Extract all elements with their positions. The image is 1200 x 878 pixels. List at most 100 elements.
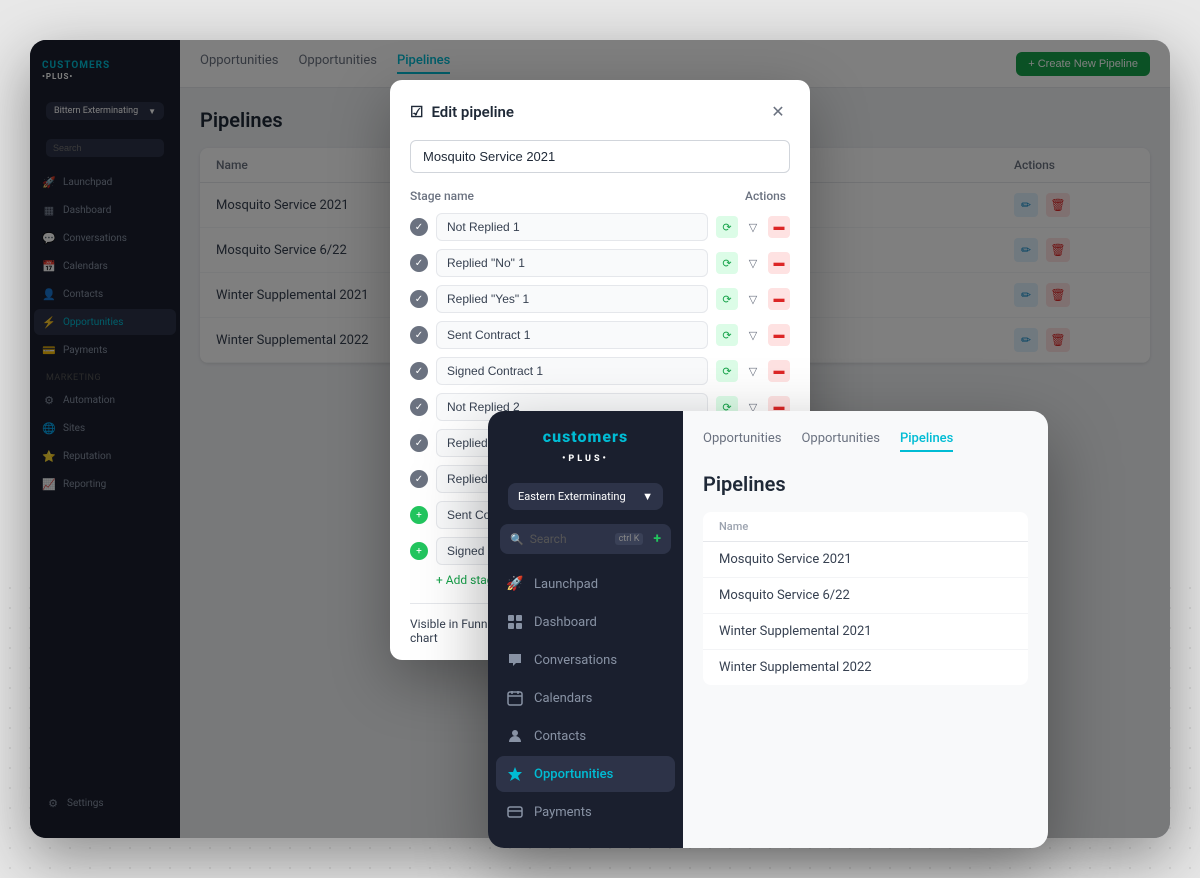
pipeline-name-input[interactable]	[410, 140, 790, 173]
zoom-nav-conversations[interactable]: Conversations	[496, 642, 675, 678]
stage-filter-button[interactable]: ▽	[742, 252, 764, 274]
zoom-nav-launchpad[interactable]: 🚀 Launchpad	[496, 566, 675, 602]
stage-input[interactable]	[436, 249, 708, 277]
zoom-table-row: Mosquito Service 2021	[703, 542, 1028, 578]
stage-copy-button[interactable]: ⟳	[716, 216, 738, 238]
stage-icon: ✓	[410, 290, 428, 308]
stage-actions-header: Actions	[745, 189, 786, 203]
zoom-pipelines-table: Name Mosquito Service 2021 Mosquito Serv…	[703, 512, 1028, 685]
stage-row: ✓ ⟳ ▽ ▬	[410, 213, 790, 241]
dropdown-icon: ▼	[642, 490, 653, 503]
stage-row: ✓ ⟳ ▽ ▬	[410, 285, 790, 313]
stage-header: Stage name Actions	[410, 189, 790, 203]
zoom-main: Opportunities Opportunities Pipelines Pi…	[683, 411, 1048, 848]
zoom-table-row: Winter Supplemental 2021	[703, 614, 1028, 650]
zoom-table-row: Winter Supplemental 2022	[703, 650, 1028, 685]
stage-actions: ⟳ ▽ ▬	[716, 324, 790, 346]
zoom-tabs: Opportunities Opportunities Pipelines	[703, 431, 1028, 452]
zoom-sidebar: customers •PLUS• Eastern Exterminating ▼…	[488, 411, 683, 848]
stage-input[interactable]	[436, 213, 708, 241]
stage-row: ✓ ⟳ ▽ ▬	[410, 249, 790, 277]
zoom-nav-opportunities[interactable]: Opportunities	[496, 756, 675, 792]
account-select[interactable]: Eastern Exterminating ▼	[508, 483, 663, 510]
edit-icon: ☑	[410, 103, 423, 121]
launchpad-icon: 🚀	[506, 575, 524, 593]
table-header-name: Name	[719, 520, 748, 533]
zoom-nav: 🚀 Launchpad Dashboard Conversations Ca	[488, 566, 683, 830]
search-shortcut: ctrl K	[615, 533, 644, 545]
modal-title: ☑ Edit pipeline	[410, 103, 514, 121]
zoom-nav-dashboard[interactable]: Dashboard	[496, 604, 675, 640]
stage-icon: ✓	[410, 398, 428, 416]
modal-header: ☑ Edit pipeline ✕	[410, 100, 790, 124]
stage-copy-button[interactable]: ⟳	[716, 360, 738, 382]
conversations-icon	[506, 651, 524, 669]
stage-icon: ✓	[410, 326, 428, 344]
stage-row: ✓ ⟳ ▽ ▬	[410, 357, 790, 385]
stage-icon: +	[410, 542, 428, 560]
modal-close-button[interactable]: ✕	[766, 100, 790, 124]
plus-text: •PLUS•	[562, 454, 609, 464]
stage-delete-button[interactable]: ▬	[768, 360, 790, 382]
zoom-tab-pipelines[interactable]: Pipelines	[900, 431, 953, 452]
zoom-nav-payments[interactable]: Payments	[496, 794, 675, 830]
nav-label: Conversations	[534, 653, 617, 668]
zoom-table-row: Mosquito Service 6/22	[703, 578, 1028, 614]
zoom-nav-contacts[interactable]: Contacts	[496, 718, 675, 754]
stage-input[interactable]	[436, 357, 708, 385]
stage-actions: ⟳ ▽ ▬	[716, 216, 790, 238]
calendars-icon	[506, 689, 524, 707]
stage-input[interactable]	[436, 321, 708, 349]
zoom-tab-opportunities-2[interactable]: Opportunities	[801, 431, 879, 452]
stage-filter-button[interactable]: ▽	[742, 360, 764, 382]
stage-filter-button[interactable]: ▽	[742, 288, 764, 310]
stage-actions: ⟳ ▽ ▬	[716, 288, 790, 310]
zoom-table-header: Name	[703, 512, 1028, 542]
dashboard-icon	[506, 613, 524, 631]
stage-copy-button[interactable]: ⟳	[716, 288, 738, 310]
search-add-icon[interactable]: +	[653, 531, 661, 547]
zoom-tab-opportunities-1[interactable]: Opportunities	[703, 431, 781, 452]
stage-icon: ✓	[410, 434, 428, 452]
stage-icon: +	[410, 506, 428, 524]
nav-label: Dashboard	[534, 615, 597, 630]
zoom-account-container: Eastern Exterminating ▼	[496, 477, 675, 516]
stage-actions: ⟳ ▽ ▬	[716, 360, 790, 382]
stage-delete-button[interactable]: ▬	[768, 324, 790, 346]
zoom-page-title: Pipelines	[703, 472, 1028, 496]
nav-label: Payments	[534, 805, 592, 820]
nav-label: Contacts	[534, 729, 586, 744]
stage-delete-button[interactable]: ▬	[768, 252, 790, 274]
zoom-nav-calendars[interactable]: Calendars	[496, 680, 675, 716]
search-placeholder: Search	[530, 532, 567, 546]
zoom-logo-text: customers •PLUS•	[504, 427, 667, 465]
contacts-icon	[506, 727, 524, 745]
nav-label: Launchpad	[534, 577, 598, 592]
stage-copy-button[interactable]: ⟳	[716, 252, 738, 274]
opportunities-icon	[506, 765, 524, 783]
stage-copy-button[interactable]: ⟳	[716, 324, 738, 346]
stage-actions: ⟳ ▽ ▬	[716, 252, 790, 274]
search-icon: 🔍	[510, 533, 524, 546]
zoom-search-box[interactable]: 🔍 Search ctrl K +	[500, 524, 671, 554]
zoom-logo: customers •PLUS•	[488, 427, 683, 477]
modal-title-text: Edit pipeline	[431, 103, 514, 121]
nav-label: Calendars	[534, 691, 592, 706]
payments-icon	[506, 803, 524, 821]
stage-icon: ✓	[410, 470, 428, 488]
stage-input[interactable]	[436, 285, 708, 313]
account-name: Eastern Exterminating	[518, 490, 626, 503]
stage-filter-button[interactable]: ▽	[742, 324, 764, 346]
stage-delete-button[interactable]: ▬	[768, 216, 790, 238]
zoom-search-container: 🔍 Search ctrl K +	[488, 524, 683, 554]
zoom-card: customers •PLUS• Eastern Exterminating ▼…	[488, 411, 1048, 848]
stage-filter-button[interactable]: ▽	[742, 216, 764, 238]
customers-text: customers	[543, 427, 628, 446]
stage-delete-button[interactable]: ▬	[768, 288, 790, 310]
nav-label: Opportunities	[534, 767, 613, 782]
stage-icon: ✓	[410, 254, 428, 272]
stage-icon: ✓	[410, 362, 428, 380]
stage-row: ✓ ⟳ ▽ ▬	[410, 321, 790, 349]
stage-name-header: Stage name	[410, 189, 474, 203]
stage-icon: ✓	[410, 218, 428, 236]
